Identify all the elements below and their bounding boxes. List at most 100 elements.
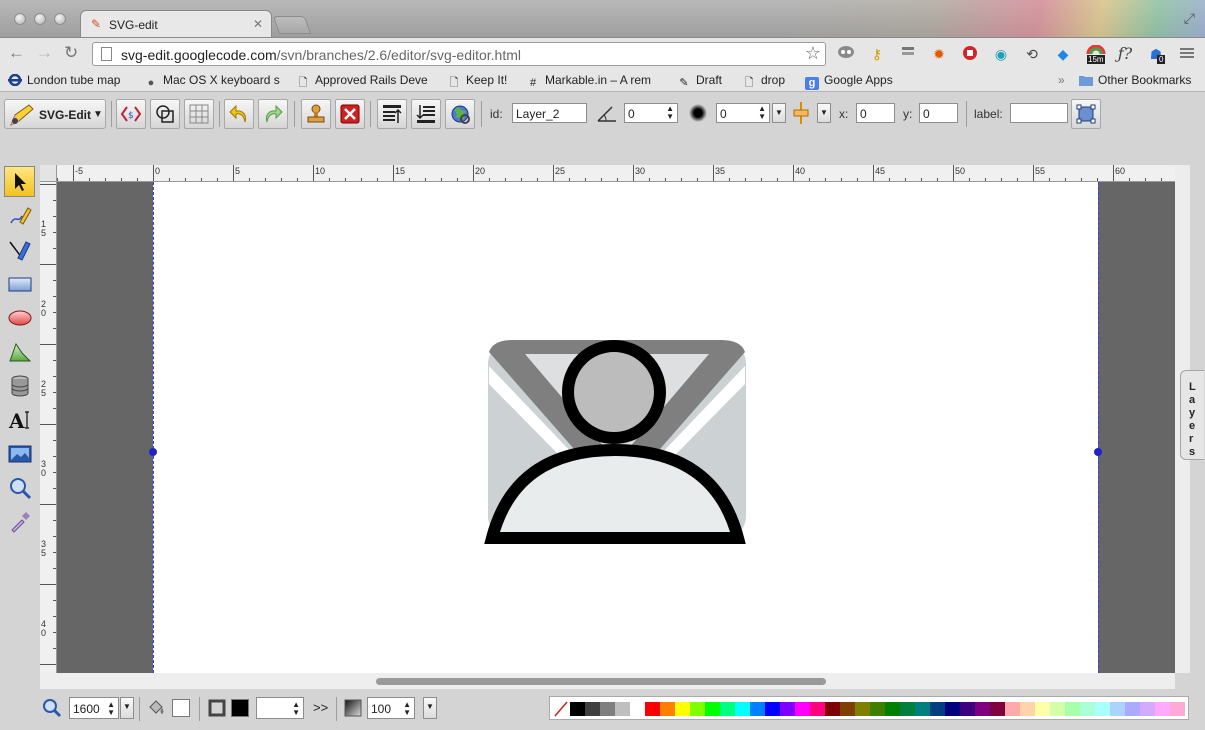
palette-swatch[interactable]: [825, 702, 840, 716]
ungroup-button[interactable]: [1071, 99, 1101, 129]
horizontal-ruler[interactable]: -5 0 5 10 15 20 25 30 35 40 45 50 55 60: [57, 165, 1175, 182]
browser-menu-icon[interactable]: [1178, 45, 1196, 63]
layers-panel-tab[interactable]: Layers: [1180, 370, 1204, 460]
zoom-input[interactable]: 1600 ▲ ▼: [69, 697, 119, 719]
line-tool-button[interactable]: [4, 234, 35, 265]
opacity-input[interactable]: 100 ▲ ▼: [367, 697, 415, 719]
horizontal-scroll-thumb[interactable]: [376, 678, 826, 685]
move-to-bottom-button[interactable]: [411, 99, 441, 129]
clone-button[interactable]: [301, 99, 331, 129]
svgedit-main-menu-button[interactable]: SVG-Edit ▼: [4, 99, 106, 129]
palette-swatch[interactable]: [945, 702, 960, 716]
horizontal-scrollbar[interactable]: [40, 673, 1175, 689]
stepper-arrows-icon[interactable]: ▲ ▼: [758, 105, 766, 121]
angle-input[interactable]: 0 ▲ ▼: [624, 103, 678, 123]
address-bar[interactable]: svg-edit.googlecode.com/svn/branches/2.6…: [92, 42, 826, 66]
stroke-width-input[interactable]: ▲ ▼: [256, 697, 304, 719]
palette-swatch[interactable]: [735, 702, 750, 716]
no-color-swatch[interactable]: [554, 701, 568, 717]
extension-loop-icon[interactable]: ⟲: [1023, 45, 1041, 63]
rectangle-tool-button[interactable]: [4, 268, 35, 299]
forward-icon[interactable]: →: [36, 44, 53, 62]
palette-swatch[interactable]: [930, 702, 945, 716]
align-dropdown-button[interactable]: ▼: [817, 103, 831, 123]
palette-swatch[interactable]: [600, 702, 615, 716]
id-input[interactable]: Layer_2: [512, 103, 587, 123]
palette-swatch[interactable]: [870, 702, 885, 716]
palette-swatch[interactable]: [855, 702, 870, 716]
bookmark-item[interactable]: ● Mac OS X keyboard s: [144, 73, 280, 90]
opacity-dropdown-button[interactable]: ▼: [423, 697, 437, 719]
stepper-arrows-icon[interactable]: ▲ ▼: [107, 701, 115, 717]
reload-icon[interactable]: ↻: [64, 44, 78, 62]
vertical-ruler[interactable]: 1 5 2 0 2 5 3 0 3 5 4 0: [40, 182, 57, 673]
wireframe-toggle-button[interactable]: [150, 99, 180, 129]
link-button[interactable]: [445, 99, 475, 129]
palette-swatch[interactable]: [810, 702, 825, 716]
palette-swatch[interactable]: [720, 702, 735, 716]
new-tab-button[interactable]: [272, 16, 312, 34]
pencil-tool-button[interactable]: [4, 200, 35, 231]
canvas-workarea[interactable]: [57, 182, 1175, 673]
palette-swatch[interactable]: [1095, 702, 1110, 716]
palette-swatch[interactable]: [1140, 702, 1155, 716]
palette-swatch[interactable]: [780, 702, 795, 716]
color-palette[interactable]: [549, 696, 1189, 720]
palette-swatch[interactable]: [1155, 702, 1170, 716]
fill-color-swatch[interactable]: [172, 699, 190, 717]
zoom-dropdown-button[interactable]: ▼: [120, 697, 134, 719]
blur-dropdown-button[interactable]: ▼: [772, 103, 786, 123]
palette-swatch[interactable]: [1110, 702, 1125, 716]
window-minimize-button[interactable]: [34, 13, 46, 25]
extension-stack-icon[interactable]: [899, 45, 917, 63]
path-tool-button[interactable]: [4, 336, 35, 367]
bookmark-item[interactable]: g Google Apps: [805, 73, 893, 90]
source-editor-button[interactable]: $: [116, 99, 146, 129]
palette-swatch[interactable]: [690, 702, 705, 716]
other-bookmarks-folder[interactable]: Other Bookmarks: [1079, 73, 1191, 87]
bookmark-item[interactable]: 🗋 drop: [742, 73, 785, 90]
stepper-arrows-icon[interactable]: ▲ ▼: [666, 105, 674, 121]
palette-swatch[interactable]: [1170, 702, 1185, 716]
window-zoom-button[interactable]: [54, 13, 66, 25]
palette-swatch[interactable]: [675, 702, 690, 716]
palette-swatch[interactable]: [1080, 702, 1095, 716]
extension-wave-icon[interactable]: ◉: [992, 45, 1010, 63]
y-input[interactable]: 0: [919, 103, 958, 123]
extension-ghost-icon[interactable]: ☗ 0: [1147, 45, 1166, 64]
grid-toggle-button[interactable]: [184, 99, 214, 129]
palette-swatch[interactable]: [765, 702, 780, 716]
shape-library-button[interactable]: [4, 370, 35, 401]
palette-swatch[interactable]: [585, 702, 600, 716]
bookmark-item[interactable]: ✎ Draft: [677, 73, 722, 90]
blur-input[interactable]: 0 ▲ ▼: [716, 103, 770, 123]
text-tool-button[interactable]: A: [4, 404, 35, 435]
palette-swatch[interactable]: [1125, 702, 1140, 716]
bookmark-star-icon[interactable]: ☆: [805, 43, 821, 64]
palette-swatch[interactable]: [660, 702, 675, 716]
eyedropper-tool-button[interactable]: [4, 506, 35, 537]
palette-swatch[interactable]: [630, 702, 645, 716]
extension-mask-icon[interactable]: [837, 45, 855, 63]
select-tool-button[interactable]: [4, 166, 35, 197]
fullscreen-icon[interactable]: ⤢: [1184, 10, 1195, 27]
move-to-top-button[interactable]: [377, 99, 407, 129]
drawing[interactable]: [153, 182, 1098, 673]
palette-swatch[interactable]: [1065, 702, 1080, 716]
delete-button[interactable]: [335, 99, 365, 129]
back-icon[interactable]: ←: [8, 44, 25, 62]
extension-key-icon[interactable]: ⚷: [868, 45, 886, 63]
palette-swatch[interactable]: [960, 702, 975, 716]
palette-swatch[interactable]: [1005, 702, 1020, 716]
bookmark-item[interactable]: 🗋 Keep It!: [447, 73, 508, 90]
tab-close-icon[interactable]: ✕: [253, 17, 263, 31]
palette-swatch[interactable]: [915, 702, 930, 716]
palette-swatch[interactable]: [615, 702, 630, 716]
palette-swatch[interactable]: [990, 702, 1005, 716]
palette-swatch[interactable]: [885, 702, 900, 716]
label-input[interactable]: [1010, 103, 1068, 123]
palette-swatch[interactable]: [795, 702, 810, 716]
window-close-button[interactable]: [14, 13, 26, 25]
bookmarks-overflow-chevron[interactable]: »: [1058, 73, 1065, 87]
browser-tab-active[interactable]: ✎ SVG-edit ✕: [80, 10, 272, 37]
